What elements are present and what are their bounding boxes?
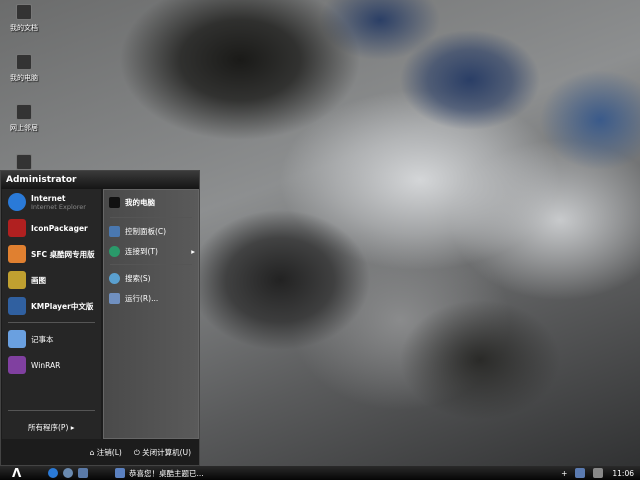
label: 我的电脑 xyxy=(125,197,155,207)
label: 搜索(S) xyxy=(125,273,151,283)
label: KMPlayer中文版 xyxy=(31,301,94,311)
menu-item-iconpackager[interactable]: IconPackager xyxy=(2,215,101,241)
label: 画图 xyxy=(31,275,46,285)
notepad-icon xyxy=(8,330,26,348)
pinned-programs: Internet Internet Explorer IconPackager S… xyxy=(2,189,101,439)
label: 我的电脑 xyxy=(10,74,38,82)
label: 连接到(T) xyxy=(125,246,158,256)
computer-icon xyxy=(109,196,120,208)
label: WinRAR xyxy=(31,360,61,370)
menu-item-search[interactable]: 搜索(S) xyxy=(104,268,198,288)
sublabel: Internet Explorer xyxy=(31,202,86,211)
clock[interactable]: 11:06 xyxy=(612,469,634,478)
volume-tray-icon[interactable] xyxy=(593,468,604,478)
paint-icon xyxy=(8,271,26,289)
arrow-right-icon: ▸ xyxy=(70,423,75,432)
browser-quicklaunch-icon[interactable] xyxy=(63,468,73,478)
label: SFC 桌酷网专用版 xyxy=(31,249,95,259)
plus-icon[interactable]: + xyxy=(561,469,567,478)
ie-quicklaunch-icon[interactable] xyxy=(48,468,58,478)
desktop-icon-network[interactable]: 网上邻居 xyxy=(4,104,44,133)
documents-icon xyxy=(16,4,32,20)
run-icon xyxy=(109,292,120,304)
desktop-icon-my-computer[interactable]: 我的电脑 xyxy=(4,54,44,83)
menu-item-control-panel[interactable]: 控制面板(C) xyxy=(104,221,198,241)
taskbar-task[interactable]: 恭喜您！桌酷主题已... xyxy=(110,468,204,479)
divider xyxy=(8,410,95,411)
connect-icon xyxy=(109,245,120,257)
menu-item-sfc[interactable]: SFC 桌酷网专用版 xyxy=(2,241,101,267)
menu-item-winrar[interactable]: WinRAR xyxy=(2,352,101,378)
logoff-button[interactable]: ⌂ 注销(L) xyxy=(90,447,122,458)
task-icon xyxy=(115,468,125,478)
menu-item-kmplayer[interactable]: KMPlayer中文版 xyxy=(2,293,101,319)
shutdown-button[interactable]: ⏻ 关闭计算机(U) xyxy=(134,447,191,458)
menu-item-run[interactable]: 运行(R)... xyxy=(104,288,198,308)
system-places: 我的电脑 控制面板(C) 连接到(T) ▸ 搜索(S) 运行(R)... xyxy=(103,189,199,439)
arrow-right-icon: ▸ xyxy=(191,246,195,256)
label: 运行(R)... xyxy=(125,293,159,303)
label: 记事本 xyxy=(31,334,54,344)
search-icon xyxy=(109,272,120,284)
label: 我的文档 xyxy=(10,24,38,32)
taskbar: Λ 恭喜您！桌酷主题已... + 11:06 xyxy=(0,466,640,480)
label: Internet xyxy=(31,193,66,203)
menu-item-connect-to[interactable]: 连接到(T) ▸ xyxy=(104,241,198,261)
control-panel-icon xyxy=(109,225,120,237)
label: IconPackager xyxy=(31,223,88,233)
recycle-bin-icon xyxy=(16,154,32,170)
menu-item-notepad[interactable]: 记事本 xyxy=(2,326,101,352)
kmplayer-icon xyxy=(8,297,26,315)
menu-item-my-computer[interactable]: 我的电脑 xyxy=(104,190,198,214)
network-icon xyxy=(16,104,32,120)
user-name: Administrator xyxy=(1,171,199,189)
menu-item-internet[interactable]: Internet Internet Explorer xyxy=(2,189,101,215)
all-programs-button[interactable]: 所有程序(P) ▸ xyxy=(28,422,75,433)
menu-item-paint[interactable]: 画图 xyxy=(2,267,101,293)
start-button[interactable]: Λ xyxy=(12,466,34,480)
divider xyxy=(8,322,95,323)
logoff-icon: ⌂ xyxy=(89,447,95,457)
label: 控制面板(C) xyxy=(125,226,167,236)
start-menu-footer: ⌂ 注销(L) ⏻ 关闭计算机(U) xyxy=(1,439,199,465)
power-icon: ⏻ xyxy=(133,447,140,457)
computer-icon xyxy=(16,54,32,70)
desktop-quicklaunch-icon[interactable] xyxy=(78,468,88,478)
winrar-icon xyxy=(8,356,26,374)
label: 所有程序(P) xyxy=(28,423,69,432)
iconpackager-icon xyxy=(8,219,26,237)
start-menu: Administrator Internet Internet Explorer … xyxy=(0,170,200,466)
ie-icon xyxy=(8,193,26,211)
desktop-icon-my-documents[interactable]: 我的文档 xyxy=(4,4,44,33)
label: 网上邻居 xyxy=(10,124,38,132)
system-tray: + 11:06 xyxy=(561,468,634,478)
divider xyxy=(110,217,192,218)
divider xyxy=(110,264,192,265)
label: 注销(L) xyxy=(96,447,122,457)
network-tray-icon[interactable] xyxy=(575,468,586,478)
sfc-icon xyxy=(8,245,26,263)
label: 关闭计算机(U) xyxy=(142,447,191,457)
label: 恭喜您！桌酷主题已... xyxy=(129,468,204,478)
